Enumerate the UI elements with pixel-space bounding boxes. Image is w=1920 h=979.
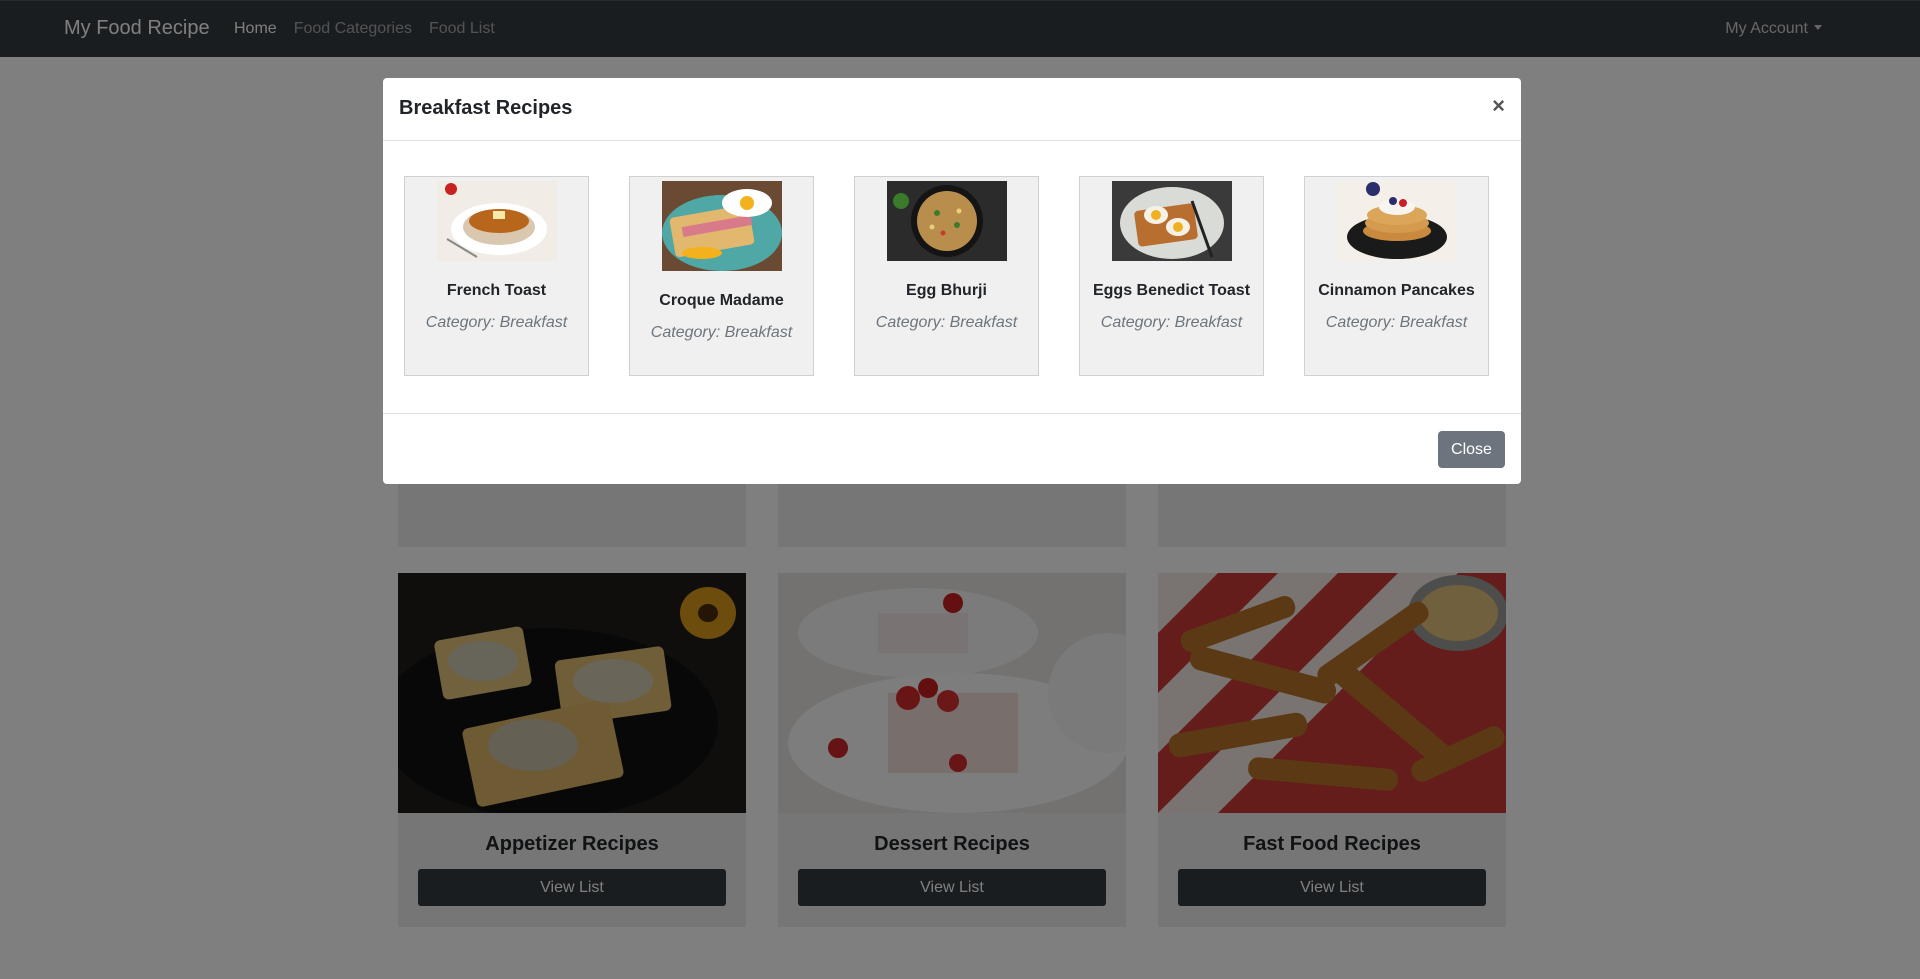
egg-bhurji-image [886,181,1007,261]
eggs-benedict-toast-image [1111,181,1232,261]
croque-madame-image [661,181,782,271]
recipe-card-egg-bhurji[interactable]: Egg Bhurji Category: Breakfast [854,176,1039,376]
recipe-category: Category: Breakfast [1100,314,1243,331]
breakfast-recipes-modal: Breakfast Recipes × French Toast Categor… [383,78,1521,484]
cinnamon-pancakes-image [1336,181,1457,261]
close-button[interactable]: Close [1438,431,1505,468]
recipe-name: French Toast [446,282,547,299]
recipe-category: Category: Breakfast [425,314,568,331]
recipe-name: Cinnamon Pancakes [1318,282,1475,299]
recipe-name: Eggs Benedict Toast [1092,282,1251,299]
recipe-card-french-toast[interactable]: French Toast Category: Breakfast [404,176,589,376]
recipe-name: Egg Bhurji [906,282,987,299]
recipe-name: Croque Madame [659,292,784,309]
modal-title: Breakfast Recipes [399,97,573,119]
recipe-card-cinnamon-pancakes[interactable]: Cinnamon Pancakes Category: Breakfast [1304,176,1489,376]
close-icon[interactable]: × [1492,93,1505,119]
recipe-card-eggs-benedict-toast[interactable]: Eggs Benedict Toast Category: Breakfast [1079,176,1264,376]
recipe-category: Category: Breakfast [650,324,793,341]
modal-footer: Close [383,413,1521,484]
modal-header: Breakfast Recipes × [383,78,1521,141]
french-toast-image [436,181,557,261]
recipe-card-croque-madame[interactable]: Croque Madame Category: Breakfast [629,176,814,376]
recipe-category: Category: Breakfast [1325,314,1468,331]
recipe-category: Category: Breakfast [875,314,1018,331]
